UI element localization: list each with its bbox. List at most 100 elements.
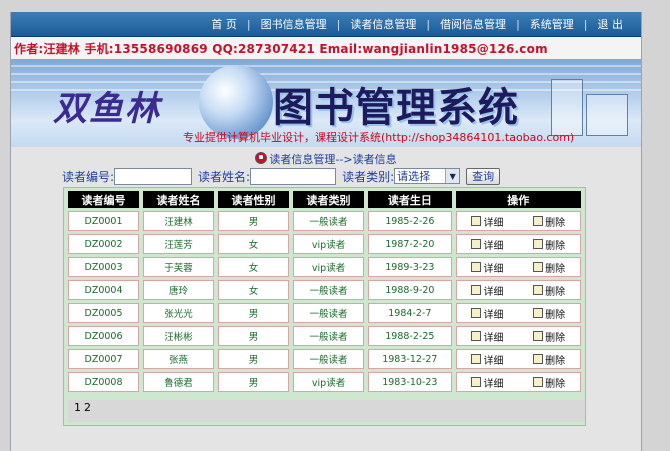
column-header: 读者性别 [218, 191, 290, 208]
nav-item-2[interactable]: 读者信息管理 [340, 16, 426, 32]
document-icon [471, 354, 482, 364]
actions-cell: 详细 删除 [455, 372, 581, 392]
detail-link[interactable]: 详细 [471, 260, 503, 275]
reader-name-input[interactable] [250, 167, 337, 185]
actions-cell: 详细 删除 [455, 280, 581, 300]
page-link-2[interactable]: 2 [84, 401, 91, 414]
detail-link[interactable]: 详细 [471, 375, 503, 390]
column-header: 读者姓名 [143, 191, 215, 208]
reader-no-input[interactable] [114, 167, 193, 185]
table-cell: DZ0007 [68, 349, 140, 369]
table-row: DZ0005 张光光男一般读者 1984-2-7 详细 删除 [68, 303, 581, 323]
table-row: DZ0002 汪莲芳女 vip读者 1987-2-20 详细 删除 [68, 234, 581, 254]
delete-label: 删除 [545, 217, 566, 229]
table-cell: 于芙蓉 [143, 257, 215, 277]
table-cell: DZ0005 [68, 303, 140, 323]
delete-icon [533, 308, 544, 318]
reader-type-select[interactable]: 请选择 ▼ [394, 168, 461, 184]
query-button[interactable]: 查询 [466, 167, 501, 185]
document-icon [471, 377, 482, 387]
delete-icon [533, 377, 544, 387]
table-row: DZ0007 张燕男一般读者 1983-12-27 详细 删除 [68, 349, 581, 369]
reader-type-label: 读者类别: [342, 169, 395, 184]
reader-type-selected: 请选择 [397, 170, 431, 183]
delete-link[interactable]: 删除 [533, 260, 565, 275]
nav-item-4[interactable]: 系统管理 [520, 16, 584, 32]
chevron-down-icon[interactable]: ▼ [445, 169, 460, 183]
detail-link[interactable]: 详细 [471, 214, 503, 229]
author-bar: 作者:汪建林 手机:13558690869 QQ:287307421 Email… [11, 37, 641, 59]
table-cell: 一般读者 [293, 326, 365, 346]
table-row: DZ0001 汪建林男一般读者 1985-2-26 详细 删除 [68, 211, 581, 231]
detail-link[interactable]: 详细 [471, 352, 503, 367]
table-cell: 女 [218, 257, 290, 277]
actions-cell: 详细 删除 [455, 234, 581, 254]
table-cell: 张光光 [143, 303, 215, 323]
delete-icon [533, 216, 544, 226]
nav-item-0[interactable]: 首 页 [201, 16, 247, 32]
table-cell: 唐玲 [143, 280, 215, 300]
table-cell: 女 [218, 234, 290, 254]
search-bar: 读者编号: 读者姓名: 读者类别: 请选择 ▼ 查询 [62, 165, 501, 187]
detail-label: 详细 [483, 240, 504, 252]
delete-icon [533, 354, 544, 364]
table-cell: 1989-3-23 [368, 257, 452, 277]
detail-label: 详细 [483, 309, 504, 321]
delete-label: 删除 [545, 332, 566, 344]
table-cell: 张燕 [143, 349, 215, 369]
delete-icon [533, 285, 544, 295]
reader-no-label: 读者编号: [62, 169, 115, 184]
table-cell: DZ0008 [68, 372, 140, 392]
document-icon [471, 262, 482, 272]
document-icon [471, 239, 482, 249]
table-cell: 男 [218, 326, 290, 346]
table-cell: 汪莲芳 [143, 234, 215, 254]
detail-label: 详细 [483, 355, 504, 367]
banner-tagline: 专业提供计算机毕业设计，课程设计系统(http://shop34864101.t… [183, 131, 575, 144]
detail-link[interactable]: 详细 [471, 283, 503, 298]
table-cell: DZ0006 [68, 326, 140, 346]
nav-item-3[interactable]: 借阅信息管理 [430, 16, 516, 32]
nav-item-5[interactable]: 退 出 [588, 16, 634, 32]
system-title: 图书管理系统 [273, 85, 519, 131]
delete-link[interactable]: 删除 [533, 306, 565, 321]
table-row: DZ0004 唐玲女一般读者 1988-9-20 详细 删除 [68, 280, 581, 300]
detail-link[interactable]: 详细 [471, 306, 503, 321]
detail-label: 详细 [483, 378, 504, 390]
reader-name-label: 读者姓名: [198, 169, 251, 184]
nav-item-1[interactable]: 图书信息管理 [251, 16, 337, 32]
delete-link[interactable]: 删除 [533, 283, 565, 298]
delete-label: 删除 [545, 240, 566, 252]
table-cell: 一般读者 [293, 349, 365, 369]
brand-name: 双鱼林 [53, 89, 161, 129]
detail-link[interactable]: 详细 [471, 329, 503, 344]
detail-label: 详细 [483, 286, 504, 298]
detail-link[interactable]: 详细 [471, 237, 503, 252]
delete-label: 删除 [545, 263, 566, 275]
app-frame: 首 页 | 图书信息管理 | 读者信息管理 | 借阅信息管理 | 系统管理 | 退 出 作者:汪建林… [10, 12, 642, 451]
main-content: 读者信息管理-->读者信息 读者编号: 读者姓名: 读者类别: 请选择 ▼ 查询… [11, 147, 641, 451]
delete-link[interactable]: 删除 [533, 214, 565, 229]
column-header: 操作 [455, 191, 581, 208]
table-cell: 一般读者 [293, 303, 365, 323]
table-cell: vip读者 [293, 234, 365, 254]
table-cell: 男 [218, 372, 290, 392]
page-link-1[interactable]: 1 [74, 401, 81, 414]
table-cell: 女 [218, 280, 290, 300]
table-cell: 鲁德君 [143, 372, 215, 392]
document-icon [471, 216, 482, 226]
delete-link[interactable]: 删除 [533, 352, 565, 367]
delete-link[interactable]: 删除 [533, 375, 565, 390]
table-cell: vip读者 [293, 257, 365, 277]
table-cell: 1985-2-26 [368, 211, 452, 231]
table-cell: 男 [218, 349, 290, 369]
actions-cell: 详细 删除 [455, 257, 581, 277]
table-cell: 1984-2-7 [368, 303, 452, 323]
actions-cell: 详细 删除 [455, 303, 581, 323]
table-cell: 男 [218, 303, 290, 323]
delete-link[interactable]: 删除 [533, 329, 565, 344]
table-cell: 汪建林 [143, 211, 215, 231]
delete-link[interactable]: 删除 [533, 237, 565, 252]
pagination: 12 [68, 400, 585, 422]
table-cell: 一般读者 [293, 211, 365, 231]
